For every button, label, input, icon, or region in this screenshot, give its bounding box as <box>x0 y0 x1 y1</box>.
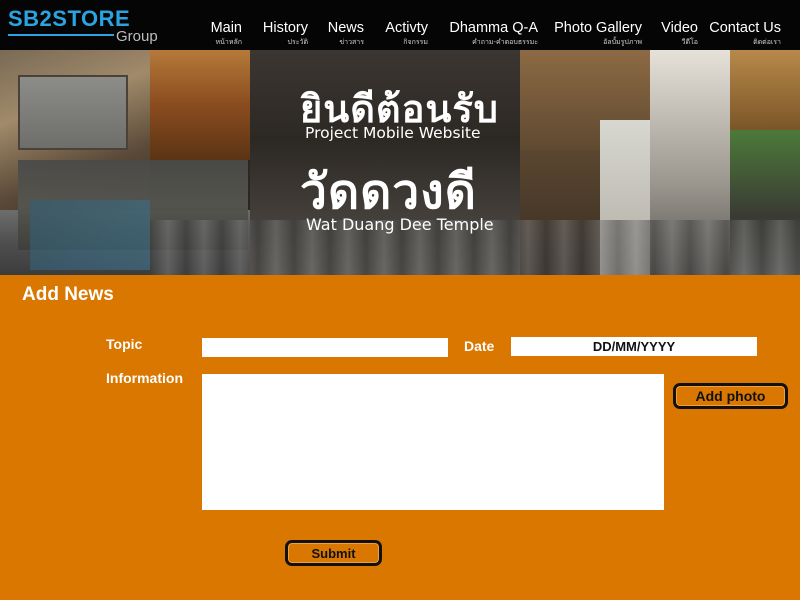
nav-item-sublabel: ข่าวสาร <box>339 38 364 46</box>
nav-item-main[interactable]: Main หน้าหลัก <box>200 0 242 50</box>
topic-input[interactable] <box>202 338 448 357</box>
hero-banner: ยินดีต้อนรับ Project Mobile Website วัดด… <box>0 50 800 275</box>
nav-item-history[interactable]: History ประวัติ <box>255 0 308 50</box>
page-title: Add News <box>22 284 114 305</box>
nav-item-label: Dhamma Q-A <box>449 20 538 36</box>
nav-item-sublabel: ติดต่อเรา <box>753 38 781 46</box>
banner-photo-tile <box>150 50 250 160</box>
nav-item-news[interactable]: News ข่าวสาร <box>322 0 364 50</box>
nav-item-contact-us[interactable]: Contact Us ติดต่อเรา <box>706 0 781 50</box>
nav-item-sublabel: กิจกรรม <box>403 38 428 46</box>
nav-item-label: Contact Us <box>709 20 781 36</box>
date-label: Date <box>464 338 495 354</box>
nav-item-activity[interactable]: Activty กิจกรรม <box>378 0 428 50</box>
banner-temple-english: Wat Duang Dee Temple <box>306 215 494 234</box>
banner-photo-tile <box>730 50 800 130</box>
logo[interactable]: SB2STORE Group <box>8 6 168 46</box>
nav-item-label: News <box>327 20 364 36</box>
nav-item-label: Activty <box>385 20 428 36</box>
nav-item-photo-gallery[interactable]: Photo Gallery อัลบั้มรูปภาพ <box>550 0 642 50</box>
topic-label: Topic <box>106 336 143 352</box>
logo-underline <box>8 34 114 36</box>
nav-item-sublabel: คำถาม-คำตอบธรรมะ <box>472 38 538 46</box>
add-photo-button[interactable]: Add photo <box>673 383 788 409</box>
nav-item-label: History <box>262 20 308 36</box>
nav-item-label: Photo Gallery <box>554 20 642 36</box>
nav-item-sublabel: วีดีโอ <box>681 38 698 46</box>
information-textarea[interactable] <box>202 374 664 510</box>
submit-button[interactable]: Submit <box>285 540 382 566</box>
logo-subtext: Group <box>116 28 158 45</box>
banner-welcome-english: Project Mobile Website <box>305 124 481 142</box>
nav-item-video[interactable]: Video วีดีโอ <box>656 0 698 50</box>
nav-item-sublabel: หน้าหลัก <box>215 38 242 46</box>
nav-item-dhamma-qa[interactable]: Dhamma Q-A คำถาม-คำตอบธรรมะ <box>446 0 538 50</box>
nav-item-label: Main <box>210 20 242 36</box>
nav-item-sublabel: อัลบั้มรูปภาพ <box>603 38 642 46</box>
nav-item-sublabel: ประวัติ <box>287 38 308 46</box>
logo-text: SB2STORE <box>8 6 131 31</box>
nav-item-label: Video <box>661 20 698 36</box>
banner-photo-map-detail <box>30 200 150 270</box>
top-navbar: SB2STORE Group Main หน้าหลัก History ประ… <box>0 0 800 50</box>
date-input[interactable] <box>511 337 757 356</box>
banner-photo-sign <box>18 75 128 150</box>
information-label: Information <box>106 370 183 386</box>
